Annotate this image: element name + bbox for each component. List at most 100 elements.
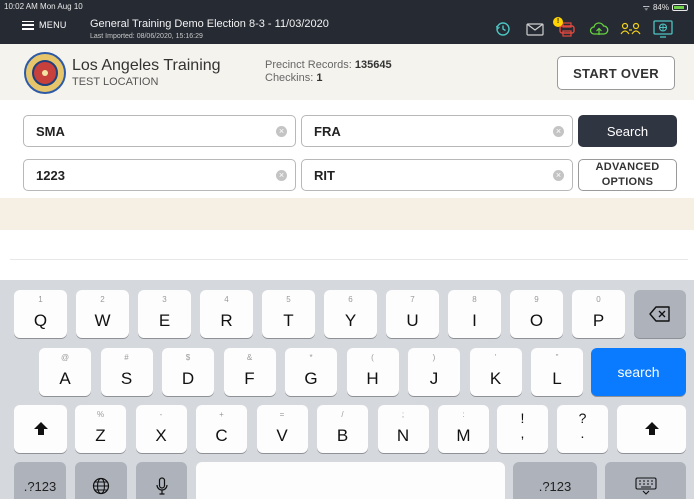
precinct-records-label: Precinct Records: xyxy=(265,59,352,71)
key-letter: C xyxy=(215,426,228,445)
key-i[interactable]: 8I xyxy=(448,290,501,338)
key-letter: F xyxy=(244,369,255,388)
shift-icon xyxy=(617,405,686,453)
key-letter: D xyxy=(181,369,195,388)
battery-icon xyxy=(672,4,688,11)
key-hint: 6 xyxy=(348,295,353,304)
key-q[interactable]: 1Q xyxy=(14,290,67,338)
globe-key[interactable] xyxy=(75,462,127,499)
key-letter: M xyxy=(456,426,471,445)
checkins-value: 1 xyxy=(316,72,323,84)
key-hint: + xyxy=(219,410,224,419)
key-question-period[interactable]: ? . xyxy=(557,405,608,453)
clear-icon[interactable]: × xyxy=(553,170,564,181)
street-name-field[interactable]: × xyxy=(301,159,573,191)
backspace-key[interactable] xyxy=(634,290,686,338)
key-w[interactable]: 2W xyxy=(76,290,129,338)
key-n[interactable]: ; N xyxy=(377,405,429,453)
house-number-input[interactable] xyxy=(36,160,271,190)
shift-icon xyxy=(14,405,67,453)
key-c[interactable]: + C xyxy=(196,405,247,453)
status-indicators: ᯤ 84% xyxy=(643,2,688,13)
key-m[interactable]: :M xyxy=(438,405,489,453)
county-seal-logo xyxy=(24,52,66,94)
clear-icon[interactable]: × xyxy=(276,126,287,137)
start-over-button[interactable]: START OVER xyxy=(557,56,675,90)
network-status-icon[interactable] xyxy=(652,20,674,38)
street-name-input[interactable] xyxy=(314,160,548,190)
key-hint: - xyxy=(159,410,163,419)
house-number-field[interactable]: × xyxy=(23,159,296,191)
menu-button[interactable]: MENU xyxy=(22,20,67,30)
key-e[interactable]: 3E xyxy=(138,290,191,338)
key-hint: * xyxy=(309,353,313,362)
clear-icon[interactable]: × xyxy=(553,126,564,137)
key-letter: N xyxy=(396,426,410,445)
key-hint: / xyxy=(341,410,344,419)
key-comma-label: , xyxy=(520,425,525,441)
key-t[interactable]: 5T xyxy=(262,290,315,338)
location-type: TEST LOCATION xyxy=(72,76,159,88)
advanced-options-button[interactable]: ADVANCED OPTIONS xyxy=(578,159,677,191)
key-j[interactable]: ) J xyxy=(408,348,460,396)
shift-key-right[interactable] xyxy=(617,405,686,453)
hamburger-icon xyxy=(22,20,34,30)
key-x[interactable]: -X xyxy=(135,405,187,453)
key-letter: H xyxy=(366,369,379,388)
cloud-sync-icon[interactable] xyxy=(588,20,610,38)
history-icon[interactable] xyxy=(492,20,514,38)
key-hint: ; xyxy=(401,410,405,419)
results-header-strip xyxy=(0,198,694,230)
keyboard-search-key[interactable]: search xyxy=(591,348,686,396)
key-s[interactable]: # S xyxy=(100,348,153,396)
key-hint: 2 xyxy=(100,295,105,304)
last-name-input[interactable] xyxy=(36,116,271,146)
users-icon[interactable] xyxy=(620,20,642,38)
precinct-records: Precinct Records: 135645 xyxy=(265,59,392,71)
microphone-icon xyxy=(136,462,187,499)
key-o[interactable]: 9O xyxy=(510,290,563,338)
key-hint: $ xyxy=(185,353,191,362)
hide-keyboard-key[interactable] xyxy=(605,462,686,499)
key-b[interactable]: / B xyxy=(317,405,368,453)
mail-icon[interactable] xyxy=(524,20,546,38)
key-exclamation-comma[interactable]: ! , xyxy=(497,405,548,453)
key-g[interactable]: * G xyxy=(285,348,337,396)
key-hint: 9 xyxy=(534,295,539,304)
last-imported: Last Imported: 08/06/2020, 15:16:29 xyxy=(90,33,203,40)
search-button[interactable]: Search xyxy=(578,115,677,147)
key-letter: P xyxy=(592,311,605,330)
advanced-options-line1: ADVANCED xyxy=(595,161,660,173)
key-v[interactable]: = V xyxy=(256,405,308,453)
key-letter: W xyxy=(94,311,111,330)
key-h[interactable]: (H xyxy=(346,348,399,396)
globe-icon xyxy=(75,462,127,499)
key-letter: R xyxy=(220,311,233,330)
last-name-field[interactable]: × xyxy=(23,115,296,147)
key-f[interactable]: & F xyxy=(223,348,276,396)
key-l[interactable]: " L xyxy=(531,348,583,396)
keyboard-dismiss-icon xyxy=(605,462,686,499)
key-u[interactable]: 7U xyxy=(386,290,439,338)
key-p[interactable]: 0P xyxy=(572,290,625,338)
key-z[interactable]: % Z xyxy=(75,405,126,453)
key-letter: S xyxy=(120,369,133,388)
first-name-field[interactable]: × xyxy=(301,115,573,147)
numbers-key-left[interactable]: .?123 xyxy=(14,462,66,499)
shift-key-left[interactable] xyxy=(14,405,67,453)
key-k[interactable]: ' K xyxy=(469,348,522,396)
alert-badge: ! xyxy=(553,17,563,27)
alert-printer-icon[interactable]: ! xyxy=(553,17,578,38)
numbers-key-right[interactable]: .?123 xyxy=(513,462,597,499)
clear-icon[interactable]: × xyxy=(276,170,287,181)
key-a[interactable]: @ A xyxy=(39,348,91,396)
key-d[interactable]: $ D xyxy=(162,348,214,396)
dictation-key[interactable] xyxy=(136,462,187,499)
key-r[interactable]: 4R xyxy=(200,290,253,338)
first-name-input[interactable] xyxy=(314,116,548,146)
key-y[interactable]: 6Y xyxy=(324,290,377,338)
key-letter: L xyxy=(552,369,562,388)
numbers-key-label: .?123 xyxy=(23,478,57,494)
space-bar[interactable] xyxy=(196,462,505,499)
key-hint: # xyxy=(124,353,129,362)
